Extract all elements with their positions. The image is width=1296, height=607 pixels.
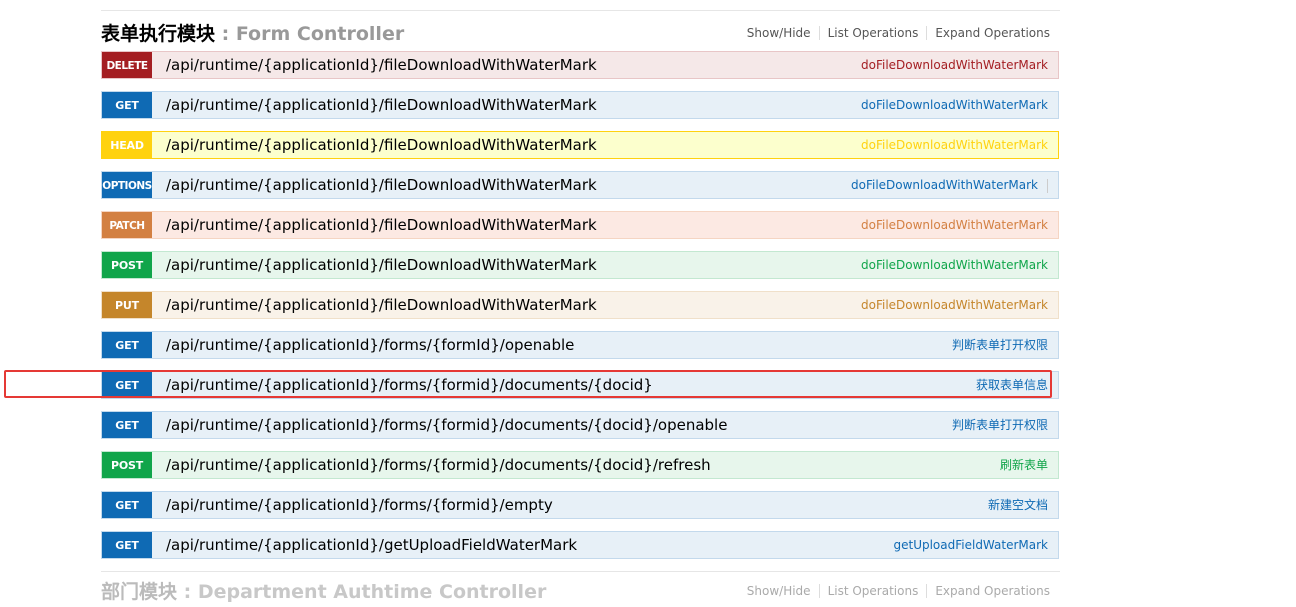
resource-links: Show/Hide List Operations Expand Operation… xyxy=(738,26,1050,40)
operation-summary[interactable]: doFileDownloadWithWaterMark xyxy=(861,52,1048,79)
http-method-badge[interactable]: PUT xyxy=(102,292,152,318)
operation-row[interactable]: PATCH /api/runtime/{applicationId}/fileD… xyxy=(101,211,1059,239)
operation-summary[interactable]: doFileDownloadWithWaterMark xyxy=(861,212,1048,239)
http-method-badge[interactable]: GET xyxy=(102,492,152,518)
next-show-hide-link[interactable]: Show/Hide xyxy=(738,584,820,598)
next-expand-operations-link[interactable]: Expand Operations xyxy=(927,584,1050,598)
endpoint-path[interactable]: /api/runtime/{applicationId}/forms/{form… xyxy=(166,332,574,359)
resource-title-en[interactable]: Form Controller xyxy=(236,23,404,45)
operation-row[interactable]: GET /api/runtime/{applicationId}/getUplo… xyxy=(101,531,1059,559)
resource-heading-form-controller: 表单执行模块 : Form Controller Show/Hide List O… xyxy=(101,17,1060,47)
operation-summary[interactable]: doFileDownloadWithWaterMark xyxy=(861,92,1048,119)
endpoint-path[interactable]: /api/runtime/{applicationId}/fileDownloa… xyxy=(166,132,597,159)
operation-row[interactable]: POST /api/runtime/{applicationId}/fileDo… xyxy=(101,251,1059,279)
operation-row[interactable]: HEAD /api/runtime/{applicationId}/fileDo… xyxy=(101,131,1059,159)
http-method-badge[interactable]: GET xyxy=(102,372,152,398)
bottom-divider xyxy=(101,571,1060,572)
operation-summary[interactable]: doFileDownloadWithWaterMark xyxy=(861,132,1048,159)
endpoint-path[interactable]: /api/runtime/{applicationId}/fileDownloa… xyxy=(166,92,597,119)
endpoint-path[interactable]: /api/runtime/{applicationId}/fileDownloa… xyxy=(166,252,597,279)
http-method-badge[interactable]: OPTIONS xyxy=(102,172,152,198)
endpoint-path[interactable]: /api/runtime/{applicationId}/fileDownloa… xyxy=(166,212,597,239)
operation-summary[interactable]: doFileDownloadWithWaterMark xyxy=(861,292,1048,319)
operation-summary[interactable]: 判断表单打开权限 xyxy=(952,332,1048,359)
endpoint-path[interactable]: /api/runtime/{applicationId}/forms/{form… xyxy=(166,412,727,439)
operation-summary[interactable]: 判断表单打开权限 xyxy=(952,412,1048,439)
next-resource-title-separator: : xyxy=(177,581,198,603)
operation-summary[interactable]: doFileDownloadWithWaterMark xyxy=(851,172,1038,199)
http-method-badge[interactable]: PATCH xyxy=(102,212,152,238)
next-resource-title-en[interactable]: Department Authtime Controller xyxy=(198,581,547,603)
operation-row[interactable]: DELETE /api/runtime/{applicationId}/file… xyxy=(101,51,1059,79)
resource-title-cn[interactable]: 表单执行模块 xyxy=(101,23,215,45)
endpoint-path[interactable]: /api/runtime/{applicationId}/fileDownloa… xyxy=(166,292,597,319)
next-resource-links: Show/Hide List Operations Expand Operation… xyxy=(738,584,1050,598)
operation-row[interactable]: GET /api/runtime/{applicationId}/forms/{… xyxy=(101,331,1059,359)
operation-row[interactable]: GET /api/runtime/{applicationId}/forms/{… xyxy=(101,371,1059,399)
endpoint-path[interactable]: /api/runtime/{applicationId}/getUploadFi… xyxy=(166,532,577,559)
http-method-badge[interactable]: GET xyxy=(102,332,152,358)
endpoint-path[interactable]: /api/runtime/{applicationId}/fileDownloa… xyxy=(166,52,597,79)
operation-row[interactable]: GET /api/runtime/{applicationId}/fileDow… xyxy=(101,91,1059,119)
summary-divider xyxy=(1047,179,1048,193)
expand-operations-link[interactable]: Expand Operations xyxy=(927,26,1050,40)
operation-row[interactable]: GET /api/runtime/{applicationId}/forms/{… xyxy=(101,491,1059,519)
endpoint-path[interactable]: /api/runtime/{applicationId}/forms/{form… xyxy=(166,452,711,479)
list-operations-link[interactable]: List Operations xyxy=(819,26,928,40)
endpoint-path[interactable]: /api/runtime/{applicationId}/forms/{form… xyxy=(166,372,653,399)
http-method-badge[interactable]: GET xyxy=(102,92,152,118)
operation-row[interactable]: OPTIONS /api/runtime/{applicationId}/fil… xyxy=(101,171,1059,199)
operation-summary[interactable]: 刷新表单 xyxy=(1000,452,1048,479)
http-method-badge[interactable]: GET xyxy=(102,412,152,438)
operation-summary[interactable]: 新建空文档 xyxy=(988,492,1048,519)
http-method-badge[interactable]: POST xyxy=(102,252,152,278)
next-list-operations-link[interactable]: List Operations xyxy=(819,584,928,598)
operation-summary[interactable]: 获取表单信息 xyxy=(976,372,1048,399)
operation-row[interactable]: GET /api/runtime/{applicationId}/forms/{… xyxy=(101,411,1059,439)
http-method-badge[interactable]: GET xyxy=(102,532,152,558)
resource-heading-department-controller: 部门模块 : Department Authtime Controller Sh… xyxy=(101,577,1060,607)
top-divider xyxy=(101,10,1060,11)
show-hide-link[interactable]: Show/Hide xyxy=(738,26,820,40)
resource-title[interactable]: 表单执行模块 : Form Controller xyxy=(101,19,404,46)
http-method-badge[interactable]: DELETE xyxy=(102,52,152,78)
endpoint-path[interactable]: /api/runtime/{applicationId}/fileDownloa… xyxy=(166,172,597,199)
operation-summary[interactable]: getUploadFieldWaterMark xyxy=(893,532,1048,559)
http-method-badge[interactable]: POST xyxy=(102,452,152,478)
http-method-badge[interactable]: HEAD xyxy=(102,132,152,158)
operation-row[interactable]: PUT /api/runtime/{applicationId}/fileDow… xyxy=(101,291,1059,319)
next-resource-title-cn[interactable]: 部门模块 xyxy=(101,581,177,603)
operation-summary[interactable]: doFileDownloadWithWaterMark xyxy=(861,252,1048,279)
endpoint-path[interactable]: /api/runtime/{applicationId}/forms/{form… xyxy=(166,492,553,519)
resource-title-separator: : xyxy=(215,23,236,45)
operation-row[interactable]: POST /api/runtime/{applicationId}/forms/… xyxy=(101,451,1059,479)
